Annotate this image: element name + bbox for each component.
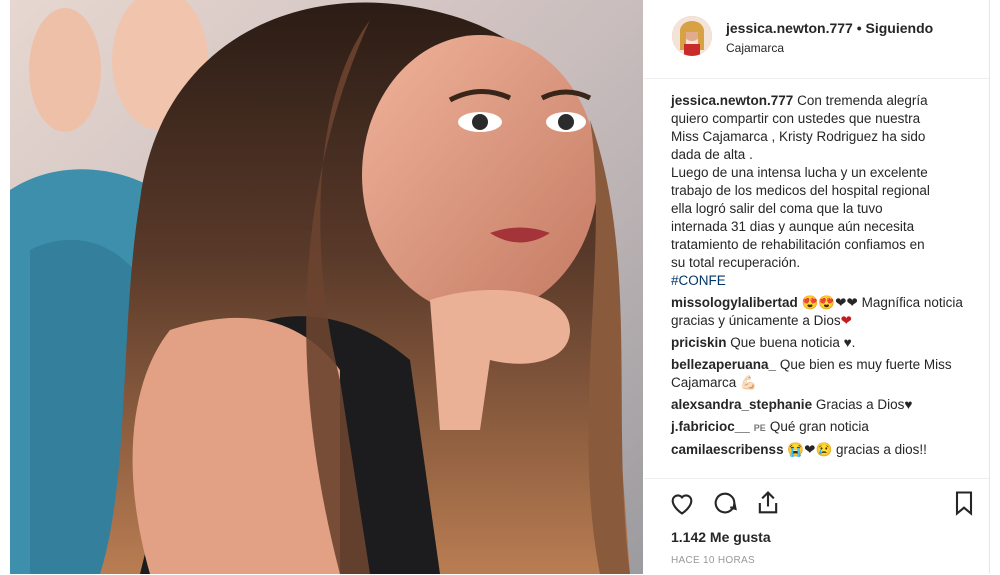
comments-list: jessica.newton.777 Con tremenda alegría … [671, 92, 971, 463]
comment-username[interactable]: bellezaperuana_ [671, 357, 776, 372]
post-sidebar: jessica.newton.777 • Siguiendo Cajamarca… [644, 0, 989, 574]
likes-count[interactable]: 1.142 Me gusta [671, 529, 771, 545]
caption-username[interactable]: jessica.newton.777 [671, 93, 793, 108]
author-username[interactable]: jessica.newton.777 [726, 20, 853, 36]
comment-text: Que buena noticia ♥. [730, 335, 856, 350]
post-image[interactable] [10, 0, 643, 574]
comment-username[interactable]: camilaescribenss [671, 442, 784, 457]
caption-line: quiero compartir con ustedes que nuestra [671, 111, 921, 126]
separator-dot: • [856, 20, 862, 36]
avatar[interactable] [672, 16, 712, 56]
caption-line: su total recuperación. [671, 255, 801, 270]
comment-icon[interactable] [711, 489, 739, 517]
portrait-image [10, 0, 643, 574]
bookmark-icon[interactable] [950, 489, 978, 517]
heart-emoji: ❤ [840, 313, 852, 328]
caption-line: tratamiento de rehabilitación confiamos … [671, 237, 925, 252]
emoji-group: 😍😍❤❤ [801, 295, 858, 310]
share-icon[interactable] [754, 489, 782, 517]
heart-icon[interactable] [668, 489, 696, 517]
comment: alexsandra_stephanie Gracias a Dios♥ [671, 396, 971, 414]
comment-username[interactable]: missologylalibertad [671, 295, 798, 310]
post-author: jessica.newton.777 • Siguiendo [726, 20, 933, 36]
comment-text: Gracias a Dios♥ [815, 397, 913, 412]
post-caption: jessica.newton.777 Con tremenda alegría … [671, 92, 971, 290]
comment: bellezaperuana_ Que bien es muy fuerte M… [671, 356, 971, 392]
follow-status-button[interactable]: Siguiendo [866, 20, 934, 36]
comment-username[interactable]: alexsandra_stephanie [671, 397, 812, 412]
caption-line: dada de alta . [671, 147, 753, 162]
caption-line: internada 31 dias y aunque aún necesita [671, 219, 915, 234]
caption-line: trabajo de los medicos del hospital regi… [671, 183, 930, 198]
comment: priciskin Que buena noticia ♥. [671, 334, 971, 352]
post-header: jessica.newton.777 • Siguiendo Cajamarca [644, 0, 989, 79]
post-timestamp[interactable]: HACE 10 HORAS [671, 555, 755, 566]
caption-line: Miss Cajamarca , Kristy Rodriguez ha sid… [671, 129, 926, 144]
comment: j.fabricioc__ PE Qué gran noticia [671, 418, 971, 437]
comment: camilaescribenss 😭❤😢 gracias a dios!! [671, 441, 971, 459]
comment: missologylalibertad 😍😍❤❤ Magnífica notic… [671, 294, 971, 330]
action-bar: 1.142 Me gusta HACE 10 HORAS [644, 478, 989, 575]
flag-badge: PE [753, 423, 766, 433]
post-location[interactable]: Cajamarca [726, 41, 784, 55]
caption-line: ella logró salir del coma que la tuvo [671, 201, 883, 216]
emoji-group: 😭❤😢 [787, 442, 833, 457]
caption-line: Con tremenda alegría [797, 93, 928, 108]
comment-username[interactable]: priciskin [671, 335, 727, 350]
comment-username[interactable]: j.fabricioc__ [671, 419, 750, 434]
comment-text: Qué gran noticia [769, 419, 869, 434]
comment-text: gracias a dios!! [836, 442, 927, 457]
caption-line: Luego de una intensa lucha y un excelent… [671, 165, 928, 180]
hashtag-link[interactable]: #CONFE [671, 272, 971, 290]
